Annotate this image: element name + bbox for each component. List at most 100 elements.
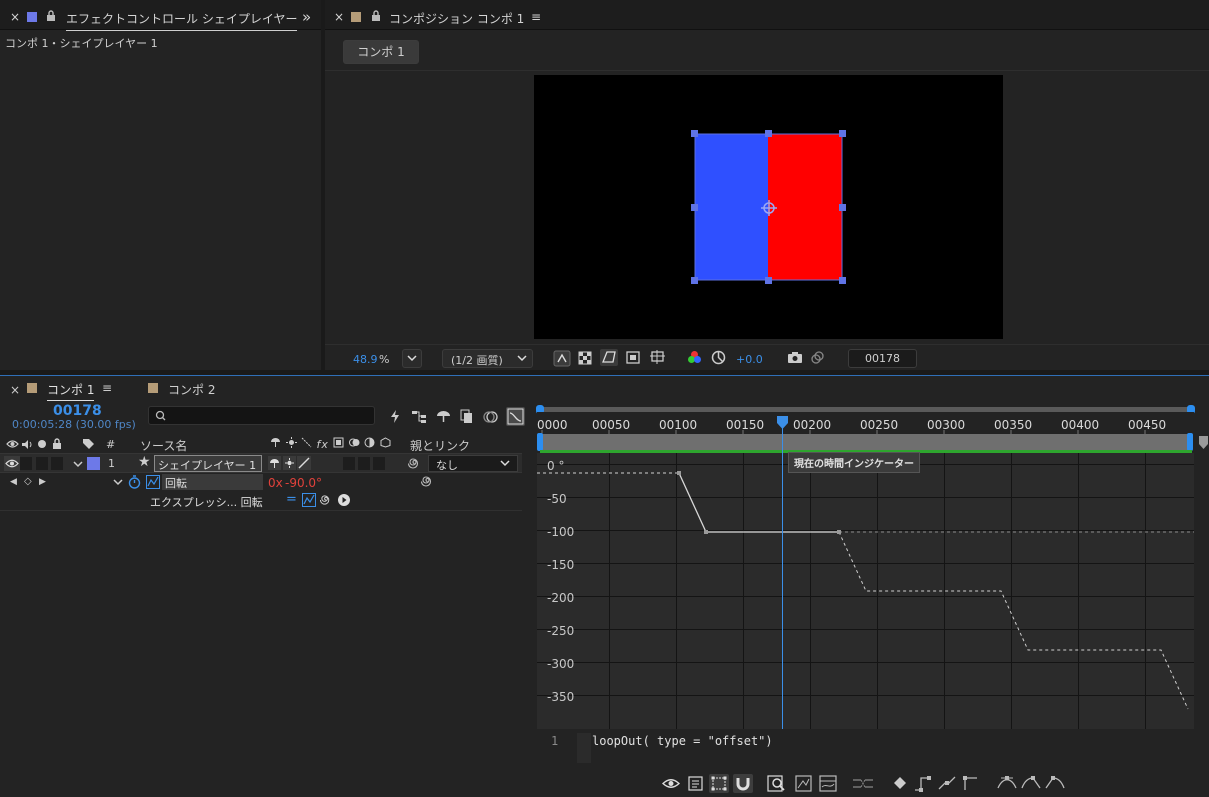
expand-property-chevron-icon[interactable] (112, 478, 124, 488)
panel-overflow-icon[interactable]: » (302, 8, 311, 26)
convert-linear-icon[interactable] (963, 774, 979, 792)
edit-keyframe-icon[interactable] (893, 776, 907, 790)
expression-language-menu-icon[interactable] (338, 494, 350, 506)
draft-3d-icon[interactable] (389, 409, 401, 424)
exposure-reset-icon[interactable] (711, 350, 726, 365)
expand-layer-chevron-icon[interactable] (72, 459, 84, 469)
comp-flowchart-tab[interactable]: コンポ 1 (343, 40, 419, 64)
zoom-value[interactable]: 48.9 (353, 353, 378, 366)
expression-pick-whip-icon[interactable] (320, 494, 332, 506)
layer-switch-blank-2[interactable] (358, 457, 370, 470)
timeline-tab-comp2[interactable]: コンポ 2 (168, 381, 215, 398)
timeline-menu-icon[interactable]: ≡ (102, 381, 112, 395)
lock-icon[interactable] (46, 10, 56, 25)
convert-auto-bezier-icon[interactable] (937, 774, 957, 792)
lock-icon[interactable] (371, 10, 381, 25)
layer-quality-switch[interactable] (297, 456, 311, 470)
rotation-value-graph[interactable] (537, 453, 1194, 729)
enable-expression-toggle[interactable]: = (286, 493, 297, 506)
property-value-prefix[interactable]: 0x (268, 476, 283, 490)
comp-flowchart-icon[interactable] (411, 410, 427, 423)
audio-icon[interactable] (21, 439, 34, 450)
graph-editor-toggle-icon[interactable] (506, 407, 525, 426)
easy-ease-icon[interactable] (997, 774, 1017, 792)
add-keyframe-icon[interactable]: ◇ (24, 476, 32, 487)
zoom-dropdown[interactable] (402, 349, 422, 368)
fast-previews-icon[interactable] (553, 350, 571, 367)
close-icon[interactable]: × (10, 383, 20, 397)
expression-code[interactable]: loopOut( type = "offset") (592, 734, 773, 748)
layer-collapse-switch[interactable] (283, 456, 296, 470)
solo-icon[interactable] (38, 440, 46, 448)
show-snapshot-icon[interactable] (810, 350, 826, 364)
lock-icon[interactable] (52, 438, 62, 450)
motion-blur-icon[interactable] (483, 410, 498, 424)
work-area-start-handle[interactable] (537, 433, 543, 451)
layer-name-field[interactable]: シェイプレイヤー 1 (154, 455, 262, 472)
easy-ease-in-icon[interactable] (1021, 774, 1041, 792)
region-of-interest-icon[interactable] (626, 351, 640, 364)
graph-editor-set-toggle[interactable] (146, 475, 160, 489)
easy-ease-out-icon[interactable] (1045, 774, 1065, 792)
frame-blending-icon[interactable] (460, 409, 474, 424)
resolution-dropdown[interactable]: (1/2 画質) (442, 349, 533, 368)
video-visibility-icon[interactable] (6, 439, 19, 449)
layer-search-input[interactable] (148, 406, 375, 425)
layer-shy-switch[interactable] (268, 456, 281, 470)
mask-path-visibility-icon[interactable] (600, 349, 618, 366)
property-pick-whip-icon[interactable] (421, 475, 434, 488)
snap-magnet-icon[interactable] (733, 774, 753, 793)
convert-hold-icon[interactable] (913, 774, 933, 792)
transparency-grid-icon[interactable] (578, 351, 592, 365)
exposure-value[interactable]: +0.0 (736, 353, 763, 366)
timeline-tab-comp1[interactable]: コンポ 1 (47, 381, 95, 401)
snapshot-camera-icon[interactable] (787, 351, 803, 364)
prev-keyframe-icon[interactable]: ◀ (10, 477, 17, 487)
show-properties-eye-icon[interactable] (662, 777, 680, 790)
panel-menu-icon[interactable]: ≡ (531, 10, 541, 24)
current-time-field[interactable]: 00178 (848, 349, 917, 368)
expression-editor[interactable]: 1 loopOut( type = "offset") (537, 730, 1194, 764)
work-area-end-handle[interactable] (1187, 433, 1193, 451)
auto-zoom-height-icon[interactable] (767, 775, 787, 792)
graph-editor-area[interactable]: 0 ° -50 -100 -150 -200 -250 -300 -350 (537, 453, 1194, 729)
separate-dimensions-icon[interactable] (852, 776, 874, 791)
effect-controls-title[interactable]: エフェクトコントロール シェイプレイヤー (66, 10, 298, 31)
shy-layers-icon[interactable] (436, 410, 451, 423)
current-time-indicator-head[interactable] (777, 416, 788, 429)
parent-dropdown[interactable]: なし (428, 455, 518, 472)
comp-canvas[interactable] (534, 75, 1003, 339)
stopwatch-icon[interactable] (128, 475, 141, 489)
pick-whip-icon[interactable] (408, 457, 421, 470)
lock-toggle[interactable] (51, 457, 63, 470)
property-value[interactable]: -90.0° (285, 476, 322, 490)
time-ruler[interactable]: 0000 00050 00100 00150 00200 00250 00300… (537, 412, 1194, 434)
expression-graph-toggle[interactable] (302, 493, 316, 507)
close-icon[interactable]: × (334, 10, 344, 24)
property-name[interactable]: 回転 (162, 474, 263, 490)
audio-toggle[interactable] (20, 457, 32, 470)
color-channels-icon[interactable] (687, 350, 702, 365)
fit-all-icon[interactable] (819, 775, 837, 792)
shape-bounding-box[interactable] (689, 128, 849, 286)
solo-toggle[interactable] (36, 457, 48, 470)
current-time-indicator-line[interactable] (782, 420, 783, 729)
parent-link-header[interactable]: 親とリンク (410, 437, 470, 454)
current-frame-display[interactable]: 00178 (53, 403, 102, 419)
layer-switch-blank-3[interactable] (373, 457, 385, 470)
layer-switch-blank-1[interactable] (343, 457, 355, 470)
next-keyframe-icon[interactable]: ▶ (39, 477, 46, 487)
transform-box-icon[interactable] (709, 774, 729, 793)
composition-title[interactable]: コンポジション コンポ 1 (389, 10, 524, 27)
video-visibility-toggle[interactable] (4, 456, 20, 471)
work-area-bar[interactable] (540, 434, 1192, 450)
target-region-icon[interactable] (650, 350, 666, 366)
source-name-header[interactable]: ソース名 (140, 437, 187, 454)
layer-label-color[interactable] (87, 457, 100, 470)
quality-slash-icon (298, 457, 310, 469)
close-icon[interactable]: × (10, 10, 20, 24)
fit-selection-icon[interactable] (795, 775, 812, 792)
graph-type-options-icon[interactable] (688, 776, 704, 791)
composition-panel: × コンポジション コンポ 1 ≡ コンポ 1 48.9 % (1/2 画質) (325, 0, 1209, 370)
label-tag-icon[interactable] (82, 438, 95, 450)
